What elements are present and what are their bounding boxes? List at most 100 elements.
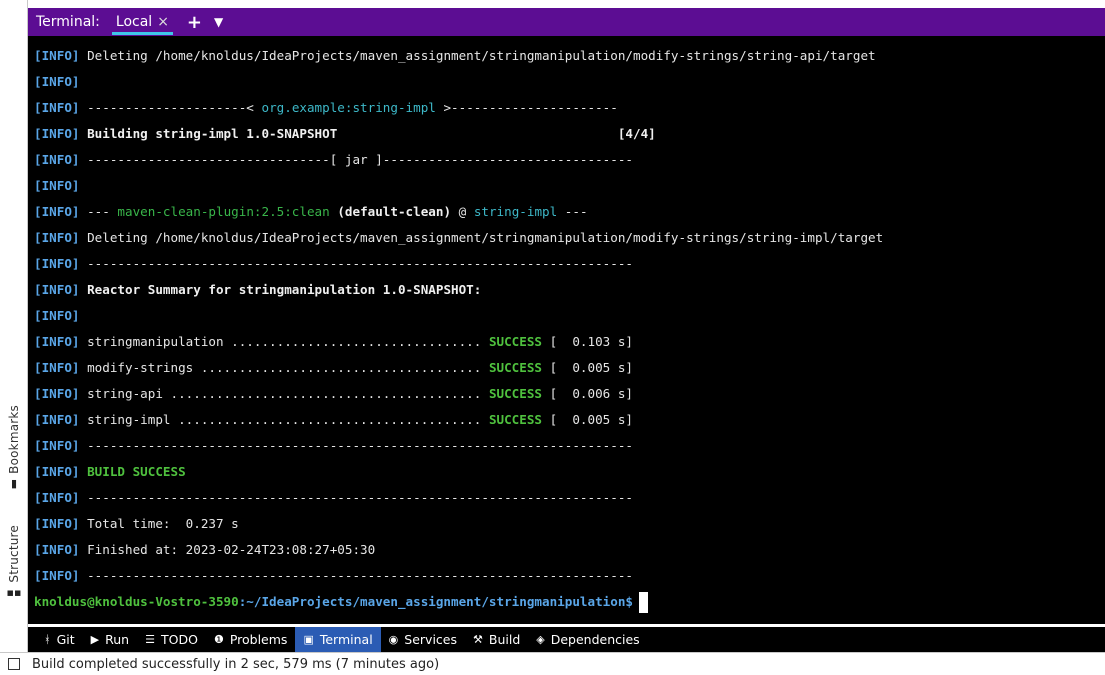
log-level-tag: [INFO] [34, 386, 80, 401]
terminal-header: Terminal: Local × + ▼ [28, 8, 1105, 36]
shell-prompt[interactable]: knoldus@knoldus-Vostro-3590:~/IdeaProjec… [34, 589, 883, 615]
git-branch-icon: ᚼ [44, 633, 51, 646]
terminal-lines: [INFO] Deleting /home/knoldus/IdeaProjec… [34, 43, 883, 615]
terminal-text: Deleting /home/knoldus/IdeaProjects/mave… [79, 48, 876, 63]
terminal-text: SUCCESS [488, 386, 543, 401]
terminal-text: (default-clean) [329, 204, 452, 219]
tab-label: Build [488, 632, 521, 647]
tab-local-label: Local [115, 14, 153, 30]
terminal-text: Total time: 0.237 s [79, 516, 239, 531]
terminal-text: [ 0.006 s] [542, 386, 634, 401]
log-level-tag: [INFO] [34, 48, 80, 63]
terminal-line: [INFO] Total time: 0.237 s [34, 511, 883, 537]
log-level-tag: [INFO] [34, 74, 80, 89]
tab-run[interactable]: ▶ Run [83, 627, 137, 652]
terminal-line: [INFO] ---------------------------------… [34, 433, 883, 459]
log-level-tag: [INFO] [34, 464, 80, 479]
terminal-text: string-api .............................… [79, 386, 489, 401]
tab-label: Git [56, 632, 75, 647]
log-level-tag: [INFO] [34, 516, 80, 531]
terminal-text: [ 0.005 s] [542, 360, 634, 375]
tab-terminal[interactable]: ▣ Terminal [295, 627, 381, 652]
tab-label: Run [105, 632, 130, 647]
terminal-line: [INFO] stringmanipulation ..............… [34, 329, 883, 355]
terminal-text: Finished at: 2023-02-24T23:08:27+05:30 [79, 542, 376, 557]
terminal-line: [INFO] ---------------------< org.exampl… [34, 95, 883, 121]
tab-dependencies[interactable]: ◈ Dependencies [528, 627, 647, 652]
terminal-text: org.example:string-impl [261, 100, 436, 115]
log-level-tag: [INFO] [34, 204, 80, 219]
terminal-line: [INFO] Building string-impl 1.0-SNAPSHOT… [34, 121, 883, 147]
terminal-text: --- [557, 204, 588, 219]
terminal-text: --- [79, 204, 118, 219]
add-tab-button[interactable]: + [187, 12, 202, 33]
tab-todo[interactable]: ☰ TODO [137, 627, 206, 652]
terminal-text: SUCCESS [488, 334, 543, 349]
list-icon: ☰ [145, 633, 155, 646]
status-window-icon[interactable] [8, 658, 20, 670]
terminal-line: [INFO] [34, 173, 883, 199]
terminal-output[interactable]: [INFO] Deleting /home/knoldus/IdeaProjec… [28, 36, 1105, 624]
log-level-tag: [INFO] [34, 152, 80, 167]
chevron-down-icon[interactable]: ▼ [214, 15, 223, 29]
log-level-tag: [INFO] [34, 334, 80, 349]
play-icon: ▶ [90, 633, 100, 646]
prompt-symbol: $ [625, 594, 633, 609]
bookmarks-tool-button[interactable]: Bookmarks ▮ [4, 405, 24, 490]
terminal-text: Deleting /home/knoldus/IdeaProjects/mave… [79, 230, 884, 245]
log-level-tag: [INFO] [34, 178, 80, 193]
structure-label: Structure [7, 525, 21, 583]
log-level-tag: [INFO] [34, 126, 80, 141]
terminal-text: ----------------------------------------… [79, 568, 633, 583]
terminal-line: [INFO] [34, 303, 883, 329]
log-level-tag: [INFO] [34, 256, 80, 271]
terminal-text: [ 0.103 s] [542, 334, 634, 349]
log-level-tag: [INFO] [34, 412, 80, 427]
terminal-text: ----------------------------------------… [79, 438, 633, 453]
structure-tool-button[interactable]: Structure ▪▪ [4, 525, 24, 599]
terminal-text: @ [451, 204, 474, 219]
log-level-tag: [INFO] [34, 360, 80, 375]
close-icon[interactable]: × [157, 14, 169, 30]
bookmark-icon: ▮ [10, 476, 18, 490]
tab-problems[interactable]: ❶ Problems [206, 627, 296, 652]
terminal-line: [INFO] modify-strings ..................… [34, 355, 883, 381]
tab-label: TODO [160, 632, 198, 647]
terminal-line: [INFO] Reactor Summary for stringmanipul… [34, 277, 883, 303]
tab-git[interactable]: ᚼ Git [36, 627, 83, 652]
bookmarks-label: Bookmarks [7, 405, 21, 474]
terminal-text: [ 0.005 s] [542, 412, 634, 427]
dependencies-icon: ◈ [536, 633, 545, 646]
tab-label: Dependencies [550, 632, 640, 647]
status-message: Build completed successfully in 2 sec, 5… [32, 656, 440, 672]
terminal-line: [INFO] ---------------------------------… [34, 251, 883, 277]
tab-label: Services [404, 632, 457, 647]
terminal-text: ----------------------------------------… [79, 490, 633, 505]
tab-services[interactable]: ◉ Services [381, 627, 465, 652]
terminal-text: ----------------------------------------… [79, 256, 633, 271]
terminal-line: [INFO] string-impl .....................… [34, 407, 883, 433]
tab-label: Problems [229, 632, 288, 647]
log-level-tag: [INFO] [34, 308, 80, 323]
terminal-text: --------------------------------[ jar ]-… [79, 152, 633, 167]
log-level-tag: [INFO] [34, 438, 80, 453]
tab-local[interactable]: Local × [111, 8, 173, 36]
tab-build[interactable]: ⚒ Build [465, 627, 528, 652]
terminal-text: stringmanipulation .....................… [79, 334, 489, 349]
terminal-line: [INFO] ---------------------------------… [34, 485, 883, 511]
log-level-tag: [INFO] [34, 542, 80, 557]
tab-label: Terminal [319, 632, 373, 647]
terminal-text: string-impl [473, 204, 558, 219]
terminal-line: [INFO] ---------------------------------… [34, 563, 883, 589]
terminal-line: [INFO] Deleting /home/knoldus/IdeaProjec… [34, 225, 883, 251]
terminal-icon: ▣ [303, 633, 314, 646]
text-cursor [639, 592, 648, 613]
terminal-line: [INFO] BUILD SUCCESS [34, 459, 883, 485]
prompt-user-host: knoldus@knoldus-Vostro-3590 [34, 594, 239, 609]
terminal-line: [INFO] Finished at: 2023-02-24T23:08:27+… [34, 537, 883, 563]
prompt-path: :~/IdeaProjects/maven_assignment/stringm… [238, 594, 626, 609]
tool-window-bar: ᚼ Git ▶ Run ☰ TODO ❶ Problems ▣ Terminal ◉ Services… [28, 627, 1105, 652]
terminal-text: SUCCESS [488, 412, 543, 427]
terminal-title: Terminal: [36, 14, 100, 30]
structure-icon: ▪▪ [6, 585, 22, 599]
